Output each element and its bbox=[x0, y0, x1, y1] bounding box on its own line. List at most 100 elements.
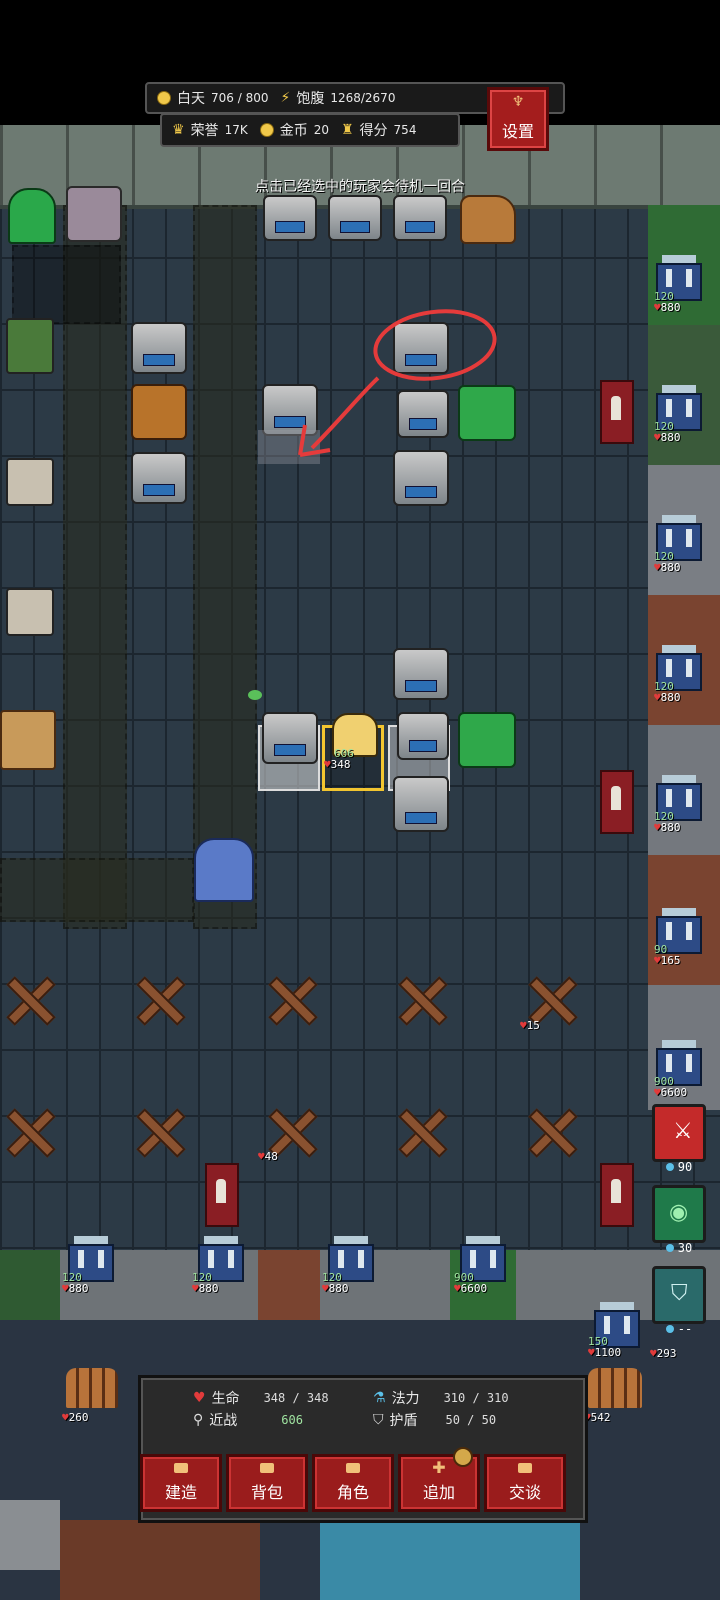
spike-barricade[interactable] bbox=[522, 972, 576, 1026]
tower-extra-hp-value: 293 bbox=[656, 1347, 677, 1360]
info-badge-icon bbox=[453, 1447, 473, 1467]
spike-barricade[interactable] bbox=[0, 972, 54, 1026]
machine-unit[interactable] bbox=[393, 195, 447, 241]
sun-icon bbox=[157, 91, 171, 105]
spike-barricade[interactable] bbox=[130, 972, 184, 1026]
enemy-banner[interactable] bbox=[600, 1163, 634, 1227]
target-tile[interactable] bbox=[258, 430, 320, 464]
shield-skill-cost: -- bbox=[652, 1322, 706, 1336]
sword-skill-button[interactable]: ⚔ bbox=[652, 1104, 706, 1162]
bag-label: 背包 bbox=[250, 1483, 283, 1502]
honor-value: 17K bbox=[224, 123, 248, 137]
mortar-turret[interactable] bbox=[131, 452, 187, 504]
spike-barricade[interactable] bbox=[392, 972, 446, 1026]
castle-building[interactable] bbox=[194, 838, 254, 902]
green-totem[interactable] bbox=[8, 188, 56, 244]
talk-button[interactable]: 交谈 bbox=[484, 1454, 566, 1512]
tower-hp: 1100 bbox=[594, 1346, 622, 1359]
boat-unit[interactable] bbox=[460, 195, 516, 244]
build-label: 建造 bbox=[164, 1483, 197, 1502]
generator-unit[interactable] bbox=[262, 384, 318, 436]
character-label: 角色 bbox=[336, 1483, 369, 1502]
pumpkin-planter[interactable] bbox=[6, 458, 54, 506]
machine-unit[interactable] bbox=[328, 195, 382, 241]
tower-hp: 880 bbox=[68, 1282, 89, 1295]
mana-label: 法力 bbox=[391, 1391, 420, 1407]
add-label: 追加 bbox=[422, 1483, 455, 1502]
melee-icon: ⚲ bbox=[193, 1412, 204, 1428]
hp-value: 348 / 348 bbox=[263, 1391, 329, 1405]
settings-button[interactable]: ♆ 设置 bbox=[487, 87, 549, 151]
hp-label: 生命 bbox=[211, 1391, 240, 1407]
hammer-icon bbox=[174, 1463, 188, 1473]
circled-turret-duplicate[interactable] bbox=[393, 648, 449, 700]
wooden-fence[interactable] bbox=[66, 1368, 118, 1408]
spike-barricade[interactable] bbox=[262, 972, 316, 1026]
player-hp-value: 348 bbox=[330, 758, 351, 771]
wooden-fence[interactable] bbox=[588, 1368, 642, 1408]
skill-cost-value: 30 bbox=[677, 1241, 693, 1255]
circled-turret[interactable] bbox=[393, 322, 449, 374]
shield-icon: ⛉ bbox=[671, 1281, 688, 1306]
shop-stall[interactable] bbox=[0, 710, 56, 770]
twin-turret[interactable] bbox=[393, 776, 449, 832]
skill-cost-value: 90 bbox=[677, 1160, 693, 1174]
mana-icon: ⚗ bbox=[373, 1390, 386, 1406]
spike-barricade[interactable] bbox=[130, 1104, 184, 1158]
spike-hp-value: 48 bbox=[264, 1150, 278, 1163]
eye-skill-button[interactable]: ◉ bbox=[652, 1185, 706, 1243]
gold-label: 金币 bbox=[279, 123, 308, 139]
skill-cost-value: -- bbox=[677, 1322, 693, 1336]
character-button[interactable]: 角色 bbox=[312, 1454, 394, 1512]
spike-barricade[interactable] bbox=[522, 1104, 576, 1158]
tower-hp: 6600 bbox=[460, 1282, 488, 1295]
settings-icon: ♆ bbox=[511, 94, 525, 110]
build-button[interactable]: 建造 bbox=[140, 1454, 222, 1512]
speech-bubble-icon bbox=[518, 1463, 532, 1473]
player-hp: ♥348 bbox=[324, 759, 351, 770]
character-icon bbox=[346, 1463, 360, 1473]
tower-hp: 6600 bbox=[660, 1086, 688, 1099]
twin-turret[interactable] bbox=[131, 322, 187, 374]
add-button[interactable]: ✚ 追加 bbox=[398, 1447, 480, 1512]
tower-stats: 120 ♥880 bbox=[654, 810, 681, 834]
gold-value: 20 bbox=[313, 123, 329, 137]
green-crystal-unit[interactable] bbox=[458, 385, 516, 441]
crown-icon: ♛ bbox=[172, 122, 185, 138]
plus-icon: ✚ bbox=[432, 1458, 446, 1477]
honor-label: 荣誉 bbox=[190, 123, 219, 139]
generator-unit[interactable] bbox=[262, 712, 318, 764]
twin-turret[interactable] bbox=[393, 450, 449, 506]
fence-hp-value: 542 bbox=[590, 1411, 611, 1424]
dirt-strip bbox=[60, 1520, 260, 1600]
spike-barricade[interactable] bbox=[392, 1104, 446, 1158]
purple-totem[interactable] bbox=[66, 186, 122, 242]
shield-skill-button[interactable]: ⛉ bbox=[652, 1266, 706, 1324]
tower-stats: 900 ♥6600 bbox=[654, 1075, 688, 1099]
enemy-banner[interactable] bbox=[205, 1163, 239, 1227]
tree-planter[interactable] bbox=[6, 318, 54, 374]
dirt-strip bbox=[258, 1250, 320, 1320]
dark-lane bbox=[0, 858, 194, 922]
machine-unit[interactable] bbox=[263, 195, 317, 241]
coin-icon bbox=[259, 123, 274, 137]
bag-button[interactable]: 背包 bbox=[226, 1454, 308, 1512]
daytime-value: 706 / 800 bbox=[211, 91, 269, 105]
spike-turret[interactable] bbox=[397, 390, 449, 438]
trophy-icon: ♜ bbox=[340, 122, 354, 138]
enemy-banner[interactable] bbox=[600, 770, 634, 834]
tower-stats: 120 ♥880 bbox=[192, 1271, 219, 1295]
heart-icon: ♥ bbox=[324, 758, 331, 771]
spike-turret[interactable] bbox=[397, 712, 449, 760]
stone-strip bbox=[0, 1500, 60, 1570]
tower-hp: 880 bbox=[328, 1282, 349, 1295]
satiety-label: 饱腹 bbox=[296, 91, 325, 107]
settings-label: 设置 bbox=[501, 122, 534, 141]
green-crystal-unit[interactable] bbox=[458, 712, 516, 768]
spike-barricade[interactable] bbox=[0, 1104, 54, 1158]
enemy-banner[interactable] bbox=[600, 380, 634, 444]
grass-strip bbox=[0, 1250, 60, 1320]
tower-stats: 150 ♥1100 bbox=[588, 1335, 622, 1359]
turnip-planter[interactable] bbox=[6, 588, 54, 636]
crossbow-turret[interactable] bbox=[131, 384, 187, 440]
